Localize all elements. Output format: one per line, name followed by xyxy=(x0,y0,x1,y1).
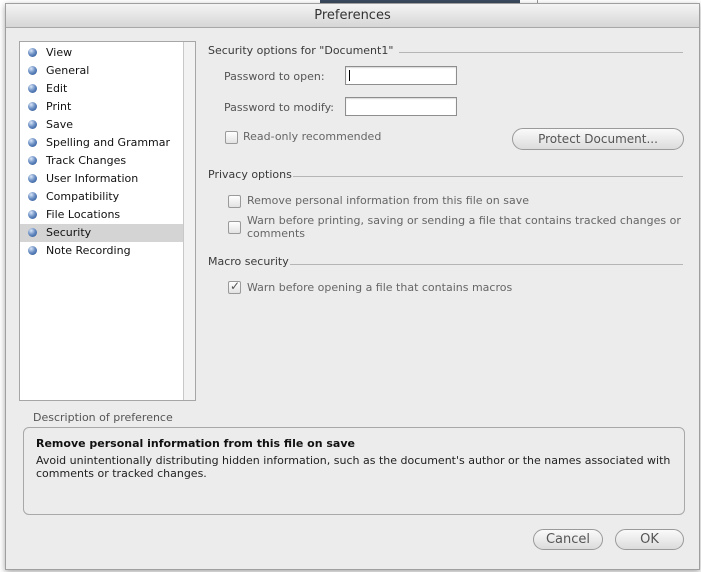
security-section-title: Security options for "Document1" xyxy=(208,44,394,57)
warn-tracked-changes-label-line2: comments xyxy=(247,227,305,240)
text-caret xyxy=(349,70,350,81)
warn-tracked-changes-label-line1: Warn before printing, saving or sending … xyxy=(247,214,681,227)
sidebar-scrollbar[interactable] xyxy=(183,42,195,400)
password-open-label: Password to open: xyxy=(224,70,325,83)
bullet-icon xyxy=(28,84,37,93)
sidebar-item-spelling-and-grammar[interactable]: Spelling and Grammar xyxy=(20,134,183,152)
sidebar-item-label: Compatibility xyxy=(46,190,120,203)
sidebar-item-label: Save xyxy=(46,118,74,131)
privacy-section-divider xyxy=(293,176,683,177)
preferences-category-list[interactable]: View General Edit Print Save Spelling and Gra… xyxy=(19,41,196,401)
sidebar-item-label: Note Recording xyxy=(46,244,131,257)
macro-section-divider xyxy=(290,264,683,265)
bullet-icon xyxy=(28,120,37,129)
description-heading: Remove personal information from this fi… xyxy=(36,437,355,450)
sidebar-item-general[interactable]: General xyxy=(20,62,183,80)
bullet-icon xyxy=(28,66,37,75)
sidebar-item-save[interactable]: Save xyxy=(20,116,183,134)
description-body: Avoid unintentionally distributing hidde… xyxy=(36,454,671,480)
bullet-icon xyxy=(28,210,37,219)
readonly-checkbox[interactable] xyxy=(225,131,238,144)
password-modify-label: Password to modify: xyxy=(224,101,334,114)
bullet-icon xyxy=(28,48,37,57)
remove-personal-info-label: Remove personal information from this fi… xyxy=(247,194,529,207)
privacy-section-title: Privacy options xyxy=(208,168,292,181)
sidebar-item-print[interactable]: Print xyxy=(20,98,183,116)
sidebar-item-track-changes[interactable]: Track Changes xyxy=(20,152,183,170)
sidebar-item-security[interactable]: Security xyxy=(20,224,183,242)
bullet-icon xyxy=(28,228,37,237)
bullet-icon xyxy=(28,156,37,165)
readonly-label: Read-only recommended xyxy=(243,130,382,143)
sidebar-item-label: Edit xyxy=(46,82,68,95)
cancel-button[interactable]: Cancel xyxy=(533,529,603,550)
protect-document-button[interactable]: Protect Document... xyxy=(512,128,684,150)
sidebar-item-label: Spelling and Grammar xyxy=(46,136,171,149)
checkmark-icon: ✓ xyxy=(230,279,241,293)
sidebar-item-label: View xyxy=(46,46,73,59)
remove-personal-info-checkbox[interactable] xyxy=(228,195,241,208)
sidebar-item-user-information[interactable]: User Information xyxy=(20,170,183,188)
preferences-dialog: Preferences View General Edit Print Save Spel… xyxy=(5,3,700,570)
bullet-icon xyxy=(28,138,37,147)
warn-tracked-changes-checkbox[interactable] xyxy=(228,221,241,234)
sidebar-item-label: Print xyxy=(46,100,72,113)
sidebar-item-edit[interactable]: Edit xyxy=(20,80,183,98)
bullet-icon xyxy=(28,102,37,111)
description-panel: Remove personal information from this fi… xyxy=(23,427,685,515)
sidebar-item-compatibility[interactable]: Compatibility xyxy=(20,188,183,206)
sidebar-item-note-recording[interactable]: Note Recording xyxy=(20,242,183,260)
ok-button[interactable]: OK xyxy=(615,529,684,550)
sidebar-item-label: User Information xyxy=(46,172,139,185)
bullet-icon xyxy=(28,174,37,183)
bullet-icon xyxy=(28,246,37,255)
sidebar-item-file-locations[interactable]: File Locations xyxy=(20,206,183,224)
macro-section-title: Macro security xyxy=(208,255,289,268)
warn-macros-label: Warn before opening a file that contains… xyxy=(247,281,513,294)
sidebar-item-label: General xyxy=(46,64,90,77)
sidebar-item-label: Track Changes xyxy=(46,154,127,167)
password-open-field[interactable] xyxy=(345,66,457,85)
sidebar-item-label: Security xyxy=(46,226,92,239)
security-section-divider xyxy=(399,52,683,53)
bullet-icon xyxy=(28,192,37,201)
window-title: Preferences xyxy=(6,4,699,28)
password-modify-field[interactable] xyxy=(345,97,457,116)
warn-tracked-changes-label: Warn before printing, saving or sending … xyxy=(247,214,681,240)
description-section-title: Description of preference xyxy=(33,411,173,424)
sidebar-item-label: File Locations xyxy=(46,208,121,221)
sidebar-item-view[interactable]: View xyxy=(20,44,183,62)
sidebar-list: View General Edit Print Save Spelling and Gra… xyxy=(20,44,183,260)
warn-macros-checkbox[interactable]: ✓ xyxy=(228,279,241,294)
